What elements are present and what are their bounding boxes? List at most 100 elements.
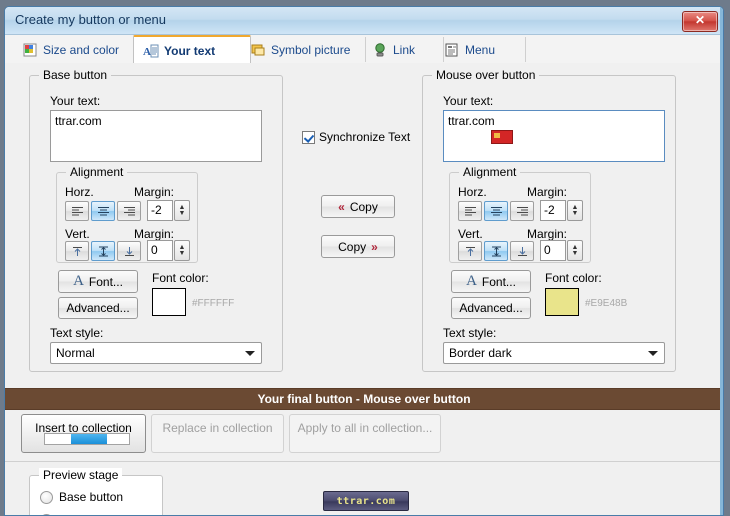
preview-stage-panel: Preview stage Base button Mouse over but…	[29, 468, 163, 515]
mouseover-align-middle-button[interactable]	[484, 241, 508, 261]
text-document-icon: A	[143, 43, 159, 59]
palette-icon	[22, 42, 38, 58]
window-title: Create my button or menu	[15, 12, 167, 27]
tab-label: Your text	[164, 44, 216, 58]
mouseover-vert-margin-input[interactable]: 0	[540, 240, 566, 261]
horz-margin-input[interactable]: -2	[147, 200, 173, 221]
red-flag-image[interactable]	[491, 130, 513, 144]
base-text-style-combo[interactable]: Normal	[50, 342, 262, 364]
mouse-over-legend: Mouse over button	[432, 68, 540, 82]
copy-left-button[interactable]: « Copy	[321, 195, 395, 218]
tab-label: Menu	[465, 42, 496, 57]
copy-right-button[interactable]: Copy »	[321, 235, 395, 258]
base-font-color-label: Font color:	[152, 271, 209, 285]
base-text-input[interactable]: ttrar.com	[50, 110, 262, 162]
horz-margin-stepper[interactable]: ▲ ▼	[174, 200, 190, 221]
replace-in-collection-label: Replace in collection	[162, 421, 273, 435]
mouseover-align-right-button[interactable]	[510, 201, 534, 221]
base-font-button-label: Font...	[88, 274, 123, 289]
mouseover-text-input[interactable]: ttrar.com	[443, 110, 665, 162]
base-alignment-panel: Alignment Horz. Margin: -2 ▲ ▼ Vert. Marg…	[56, 165, 198, 263]
tab-bar: Size and color A Your text Symbol pictur…	[5, 35, 723, 65]
globe-link-icon	[372, 42, 388, 58]
base-advanced-button[interactable]: Advanced...	[58, 297, 138, 319]
insert-progress-bar	[44, 433, 130, 445]
tab-label: Link	[393, 42, 416, 57]
mouseover-font-color-hex: #E9E48B	[585, 298, 628, 309]
base-alignment-legend: Alignment	[66, 165, 128, 179]
mouse-over-button-panel: Mouse over button Your text: ttrar.com A…	[422, 68, 676, 372]
align-top-button[interactable]	[65, 241, 89, 261]
base-font-color-swatch[interactable]	[152, 288, 186, 316]
mouseover-text-style-value: Border dark	[449, 346, 512, 360]
chevron-down-icon	[648, 351, 658, 356]
double-chevron-right-icon: »	[371, 239, 378, 254]
tab-symbol-picture[interactable]: Symbol picture	[241, 37, 366, 62]
tab-label: Size and color	[43, 42, 120, 57]
preview-button-label: ttrar.com	[336, 495, 396, 507]
mouseover-advanced-button-label: Advanced...	[459, 301, 523, 315]
align-left-button[interactable]	[65, 201, 89, 221]
tab-menu[interactable]: Menu	[435, 37, 526, 62]
mouseover-horz-margin-label: Margin:	[527, 185, 568, 199]
mouseover-align-left-button[interactable]	[458, 201, 482, 221]
svg-text:A: A	[143, 46, 151, 58]
mouseover-text-style-label: Text style:	[443, 326, 497, 340]
synchronize-text-checkbox[interactable]	[302, 131, 315, 144]
base-vert-label: Vert.	[65, 227, 90, 241]
final-button-banner: Your final button - Mouse over button	[5, 388, 723, 410]
align-bottom-button[interactable]	[117, 241, 141, 261]
divider	[5, 461, 723, 462]
mouseover-font-button-label: Font...	[481, 274, 516, 289]
window-right-edge	[720, 7, 723, 515]
radio-base-button-label: Base button	[59, 490, 124, 504]
tab-size-and-color[interactable]: Size and color	[13, 37, 136, 62]
tab-your-text[interactable]: A Your text	[133, 35, 251, 65]
tab-label: Symbol picture	[271, 42, 351, 57]
mouseover-horz-margin-stepper[interactable]: ▲ ▼	[567, 200, 583, 221]
close-icon[interactable]: ✕	[682, 11, 718, 32]
mouseover-font-button[interactable]: A Font...	[451, 270, 531, 293]
font-letter-icon: A	[466, 273, 477, 289]
mouseover-vert-margin-label: Margin:	[527, 227, 568, 241]
mouseover-font-color-swatch[interactable]	[545, 288, 579, 316]
align-center-button[interactable]	[91, 201, 115, 221]
preview-stage-legend: Preview stage	[39, 468, 123, 482]
mouseover-font-color-label: Font color:	[545, 271, 602, 285]
vert-margin-stepper[interactable]: ▲ ▼	[174, 240, 190, 261]
base-vert-margin-label: Margin:	[134, 227, 175, 241]
base-font-color-hex: #FFFFFF	[192, 298, 235, 309]
apply-to-all-label: Apply to all in collection...	[297, 421, 433, 435]
radio-base-button[interactable]	[40, 491, 53, 504]
base-text-style-label: Text style:	[50, 326, 104, 340]
insert-to-collection-button[interactable]: Insert to collection	[21, 414, 146, 453]
mouseover-alignment-panel: Alignment Horz. Margin: -2 ▲ ▼ Vert. Marg…	[449, 165, 591, 263]
mouseover-text-style-combo[interactable]: Border dark	[443, 342, 665, 364]
align-middle-button[interactable]	[91, 241, 115, 261]
mouseover-text-value: ttrar.com	[448, 114, 495, 128]
mouseover-align-top-button[interactable]	[458, 241, 482, 261]
mouseover-horz-margin-input[interactable]: -2	[540, 200, 566, 221]
menu-list-icon	[444, 42, 460, 58]
vert-margin-input[interactable]: 0	[147, 240, 173, 261]
mouseover-your-text-label: Your text:	[443, 94, 494, 108]
mouseover-alignment-legend: Alignment	[459, 165, 521, 179]
mouseover-vert-label: Vert.	[458, 227, 483, 241]
preview-button[interactable]: ttrar.com	[323, 491, 409, 511]
mouseover-align-bottom-button[interactable]	[510, 241, 534, 261]
mouseover-advanced-button[interactable]: Advanced...	[451, 297, 531, 319]
base-font-button[interactable]: A Font...	[58, 270, 138, 293]
base-text-style-value: Normal	[56, 346, 95, 360]
dialog-window: Create my button or menu ✕ Size and colo…	[4, 6, 724, 516]
align-right-button[interactable]	[117, 201, 141, 221]
mouseover-align-center-button[interactable]	[484, 201, 508, 221]
mouseover-vert-margin-stepper[interactable]: ▲ ▼	[567, 240, 583, 261]
replace-in-collection-button[interactable]: Replace in collection	[151, 414, 284, 453]
base-your-text-label: Your text:	[50, 94, 101, 108]
tab-link[interactable]: Link	[363, 37, 444, 62]
picture-icon	[250, 42, 266, 58]
base-button-legend: Base button	[39, 68, 112, 82]
apply-to-all-button[interactable]: Apply to all in collection...	[289, 414, 441, 453]
base-horz-margin-label: Margin:	[134, 185, 175, 199]
base-advanced-button-label: Advanced...	[66, 301, 130, 315]
